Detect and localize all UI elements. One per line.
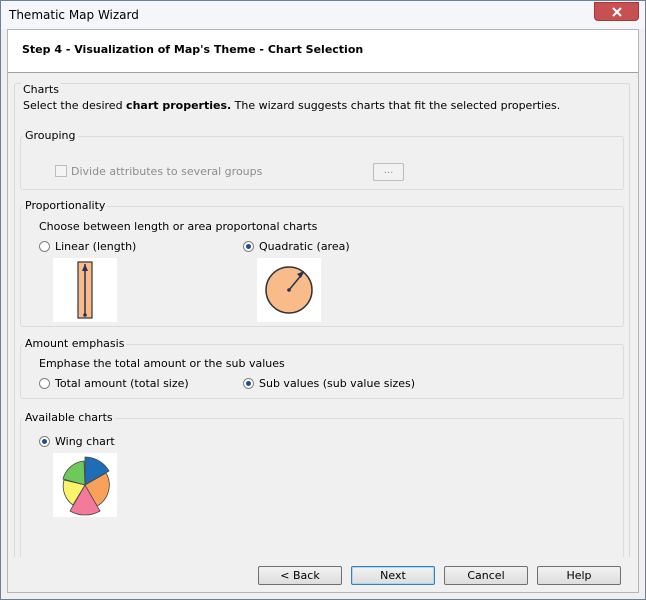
amount-emphasis-group: Amount emphasis Emphase the total amount… — [20, 337, 624, 399]
title-bar[interactable]: Thematic Map Wizard — [1, 1, 645, 29]
wing-chart-radio[interactable] — [39, 436, 50, 447]
grouping-group: Grouping Divide attributes to several gr… — [20, 129, 624, 190]
charts-group-title: Charts — [21, 83, 61, 96]
linear-length-chart-icon — [53, 258, 117, 322]
back-button[interactable]: < Back — [258, 566, 342, 585]
wizard-client-area: Step 4 - Visualization of Map's Theme - … — [7, 29, 639, 593]
total-amount-radio[interactable] — [39, 378, 50, 389]
help-button[interactable]: Help — [537, 566, 621, 585]
proportionality-description: Choose between length or area proportona… — [39, 220, 318, 233]
charts-description-prefix: Select the desired — [23, 99, 127, 112]
available-charts-group: Available charts Wing chart — [20, 411, 624, 557]
quadratic-area-chart-icon — [257, 258, 321, 322]
linear-length-label[interactable]: Linear (length) — [55, 240, 136, 253]
sub-values-radio[interactable] — [243, 378, 254, 389]
proportionality-group: Proportionality Choose between length or… — [20, 199, 624, 327]
linear-length-radio[interactable] — [39, 241, 50, 252]
charts-description-suffix: The wizard suggests charts that fit the … — [231, 99, 561, 112]
wizard-window: Thematic Map Wizard Step 4 - Visualizati… — [0, 0, 646, 600]
divide-attributes-checkbox[interactable] — [55, 165, 67, 177]
charts-description: Select the desired chart properties. The… — [23, 99, 560, 112]
wing-chart-label[interactable]: Wing chart — [55, 435, 115, 448]
quadratic-area-label[interactable]: Quadratic (area) — [259, 240, 350, 253]
charts-description-bold: chart properties. — [126, 99, 232, 112]
total-amount-label[interactable]: Total amount (total size) — [55, 377, 189, 390]
available-charts-group-title: Available charts — [23, 411, 115, 424]
wizard-content: Charts Select the desired chart properti… — [8, 73, 638, 557]
cancel-button[interactable]: Cancel — [444, 566, 528, 585]
close-icon — [612, 7, 622, 17]
grouping-group-title: Grouping — [23, 129, 78, 142]
grouping-options-button[interactable]: ... — [373, 163, 404, 181]
step-header: Step 4 - Visualization of Map's Theme - … — [8, 30, 638, 73]
sub-values-label[interactable]: Sub values (sub value sizes) — [259, 377, 415, 390]
divide-attributes-label[interactable]: Divide attributes to several groups — [71, 165, 262, 178]
amount-emphasis-description: Emphase the total amount or the sub valu… — [39, 357, 285, 370]
quadratic-area-radio[interactable] — [243, 241, 254, 252]
wing-chart-icon — [53, 453, 117, 517]
close-button[interactable] — [594, 2, 639, 21]
window-title: Thematic Map Wizard — [9, 8, 139, 22]
next-button[interactable]: Next — [351, 566, 435, 585]
amount-emphasis-group-title: Amount emphasis — [23, 337, 127, 350]
step-title: Step 4 - Visualization of Map's Theme - … — [22, 43, 364, 56]
proportionality-group-title: Proportionality — [23, 199, 108, 212]
